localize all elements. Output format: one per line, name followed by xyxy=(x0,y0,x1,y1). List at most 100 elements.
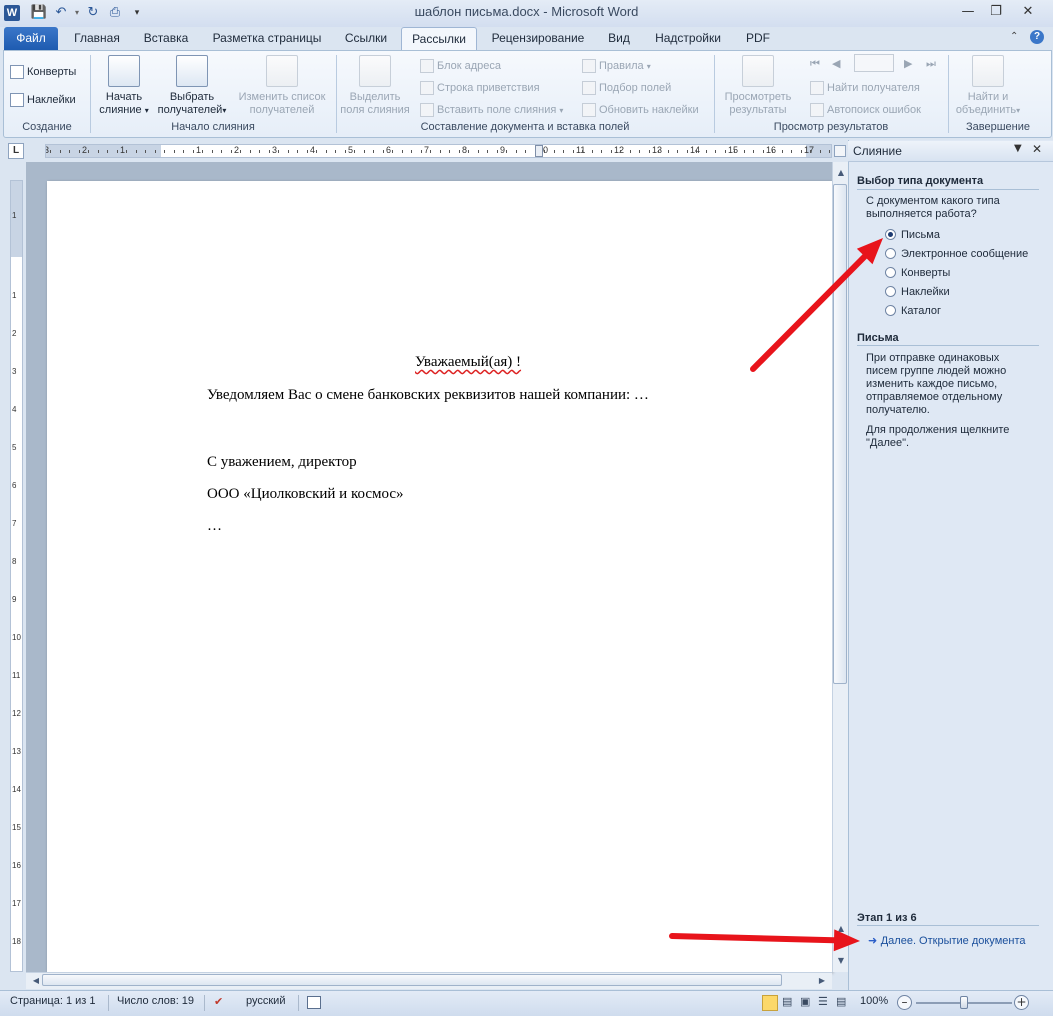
tab-file[interactable]: Файл xyxy=(4,27,58,50)
document-page[interactable]: Уважаемый(ая) ! Уведомляем Вас о смене б… xyxy=(47,181,832,972)
labels-button[interactable]: Наклейки xyxy=(10,91,76,109)
macro-recording-icon[interactable] xyxy=(307,996,321,1009)
start-mail-merge-button[interactable]: Начать слияние ▾ xyxy=(94,55,154,117)
view-ruler-icon[interactable] xyxy=(834,145,846,157)
greeting-line-text[interactable]: Уважаемый(ая) ! xyxy=(415,354,521,371)
tab-page-layout[interactable]: Разметка страницы xyxy=(204,27,330,50)
select-browse-object-icon[interactable]: ● xyxy=(833,938,849,952)
match-fields-button[interactable]: Подбор полей xyxy=(582,79,671,97)
language-indicator[interactable]: русский xyxy=(246,995,285,1007)
horizontal-scroll-thumb[interactable] xyxy=(42,974,782,986)
ruler-number: 3 xyxy=(46,145,49,155)
record-number-input[interactable] xyxy=(854,54,894,72)
company-text[interactable]: ООО «Циолковский и космос» xyxy=(207,486,404,503)
tab-references[interactable]: Ссылки xyxy=(334,27,398,50)
radio-letters[interactable]: Письма xyxy=(885,227,940,243)
horizontal-ruler[interactable]: 3211234567891011121314151617 xyxy=(45,144,832,158)
ruler-tick xyxy=(800,150,802,153)
preview-results-button[interactable]: Просмотреть результаты xyxy=(716,55,800,117)
draft-view-icon[interactable]: ▤ xyxy=(836,995,846,1008)
edit-recipient-list-button[interactable]: Изменить список получателей xyxy=(232,55,332,117)
pane-close-icon[interactable]: ✕ xyxy=(1032,142,1042,156)
ruler-number: 4 xyxy=(310,145,316,155)
radio-button[interactable] xyxy=(885,285,896,297)
print-layout-view-icon[interactable] xyxy=(762,995,778,1011)
radio-labels[interactable]: Наклейки xyxy=(885,284,950,300)
finish-merge-button[interactable]: Найти и объединить▾ xyxy=(950,55,1026,117)
update-labels-button[interactable]: Обновить наклейки xyxy=(582,101,699,119)
full-screen-reading-view-icon[interactable]: ▤ xyxy=(782,995,792,1008)
proofing-icon[interactable]: ✔ xyxy=(214,995,223,1008)
address-block-button[interactable]: Блок адреса xyxy=(420,57,501,75)
ellipsis-text[interactable]: … xyxy=(207,518,222,535)
vertical-scroll-thumb[interactable] xyxy=(833,184,847,684)
radio-button[interactable] xyxy=(885,228,896,240)
tab-selector[interactable]: L xyxy=(8,143,24,159)
zoom-out-icon[interactable]: – xyxy=(897,995,912,1010)
last-record-icon[interactable]: ⏭ xyxy=(926,57,936,71)
insert-field-icon xyxy=(420,103,434,118)
next-step-link[interactable]: ➜ Далее. Открытие документа xyxy=(868,934,1025,947)
minimize-ribbon-icon[interactable]: ⌃ xyxy=(1010,31,1018,42)
highlight-fields-icon xyxy=(359,55,391,87)
highlight-merge-fields-button[interactable]: Выделить поля слияния xyxy=(338,55,412,117)
zoom-slider-thumb[interactable] xyxy=(960,996,968,1009)
tab-review[interactable]: Рецензирование xyxy=(478,27,598,50)
previous-record-icon[interactable]: ◀ xyxy=(832,57,840,70)
scroll-up-icon[interactable]: ▲ xyxy=(833,166,849,180)
ruler-number: 9 xyxy=(12,595,17,604)
find-recipient-button[interactable]: Найти получателя xyxy=(810,79,920,97)
envelopes-button[interactable]: Конверты xyxy=(10,63,76,81)
select-recipients-button[interactable]: Выбрать получателей▾ xyxy=(152,55,232,117)
next-page-icon[interactable]: ▼ xyxy=(833,954,849,968)
ruler-tick xyxy=(705,150,707,153)
section-heading-doc-type: Выбор типа документа xyxy=(857,175,984,187)
close-icon[interactable]: ✕ xyxy=(1014,3,1042,21)
tab-mailings[interactable]: Рассылки xyxy=(401,27,477,51)
word-count[interactable]: Число слов: 19 xyxy=(117,995,194,1007)
tab-insert[interactable]: Вставка xyxy=(134,27,198,50)
radio-button[interactable] xyxy=(885,304,896,316)
insert-merge-field-button[interactable]: Вставить поле слияния ▾ xyxy=(420,101,563,119)
restore-icon[interactable]: ❐ xyxy=(982,3,1010,21)
first-record-icon[interactable]: ⏮ xyxy=(810,57,820,71)
ruler-tick xyxy=(819,150,821,153)
help-icon[interactable]: ? xyxy=(1030,30,1044,44)
outline-view-icon[interactable]: ☰ xyxy=(818,995,828,1008)
rules-button[interactable]: Правила ▾ xyxy=(582,57,651,75)
tab-view[interactable]: Вид xyxy=(600,27,638,50)
zoom-level[interactable]: 100% xyxy=(860,995,888,1007)
ruler-tick xyxy=(734,150,735,153)
ruler-tick xyxy=(173,150,175,153)
radio-email[interactable]: Электронное сообщение xyxy=(885,246,1028,262)
body-text[interactable]: Уведомляем Вас о смене банковских реквиз… xyxy=(207,387,649,404)
page-count[interactable]: Страница: 1 из 1 xyxy=(10,995,96,1007)
scroll-right-icon[interactable]: ▶ xyxy=(814,974,830,988)
regards-text[interactable]: С уважением, директор xyxy=(207,454,357,471)
recipients-icon xyxy=(176,55,208,87)
next-record-icon[interactable]: ▶ xyxy=(904,57,912,70)
radio-button[interactable] xyxy=(885,266,896,278)
chevron-down-icon: ▾ xyxy=(646,62,651,71)
ruler-tick xyxy=(601,150,602,153)
start-merge-icon xyxy=(108,55,140,87)
ruler-number: 11 xyxy=(576,145,586,155)
radio-button[interactable] xyxy=(885,247,896,259)
indent-marker[interactable] xyxy=(535,145,543,157)
ruler-tick xyxy=(382,150,384,153)
previous-page-icon[interactable]: ▲ xyxy=(833,922,849,936)
greeting-line-button[interactable]: Строка приветствия xyxy=(420,79,540,97)
radio-envelopes[interactable]: Конверты xyxy=(885,265,950,281)
ruler-number: 15 xyxy=(728,145,739,155)
tab-addins[interactable]: Надстройки xyxy=(644,27,732,50)
web-layout-view-icon[interactable]: ▣ xyxy=(800,995,810,1008)
radio-directory[interactable]: Каталог xyxy=(885,303,941,319)
zoom-in-icon[interactable]: + xyxy=(1014,995,1029,1010)
divider xyxy=(298,995,299,1011)
tab-pdf[interactable]: PDF xyxy=(738,27,778,50)
pane-menu-icon[interactable]: ▼ xyxy=(1014,143,1022,154)
tab-home[interactable]: Главная xyxy=(64,27,130,50)
auto-check-errors-button[interactable]: Автопоиск ошибок xyxy=(810,101,921,119)
vertical-ruler[interactable]: 1 1 2 3 4 5 6 7 8 9 10 11 12 13 14 15 16 17 18 xyxy=(10,180,23,972)
minimize-icon[interactable]: — xyxy=(954,3,982,21)
